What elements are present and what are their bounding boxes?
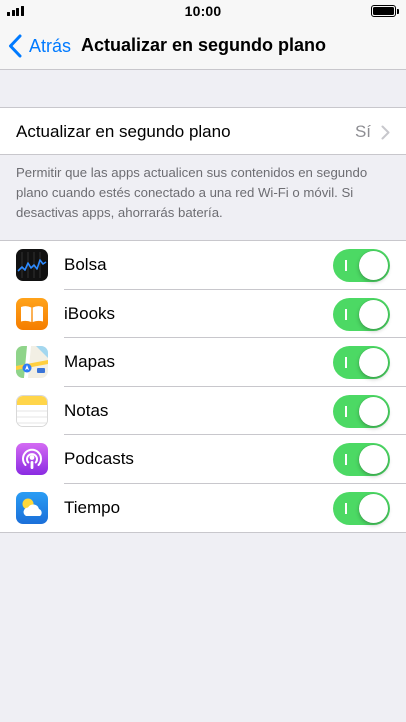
app-row-podcasts: Podcasts: [0, 435, 406, 484]
stocks-icon: [16, 249, 48, 281]
weather-icon: [16, 492, 48, 524]
apps-list: Bolsa iBooks Mapas Notas Podcasts Tiempo: [0, 240, 406, 533]
notes-icon: [16, 394, 48, 427]
app-name: iBooks: [64, 303, 116, 323]
toggle-podcasts[interactable]: [333, 443, 390, 477]
toggle-bolsa[interactable]: [333, 249, 390, 282]
page-title: Actualizar en segundo plano: [81, 35, 327, 55]
toggle-ibooks[interactable]: [333, 297, 390, 331]
chevron-right-icon: [381, 125, 390, 140]
status-time: 10:00: [184, 3, 222, 19]
back-button[interactable]: Atrás: [8, 33, 71, 59]
app-row-mapas: Mapas: [0, 338, 406, 387]
back-label: Atrás: [29, 35, 72, 56]
navigation-bar: Atrás Actualizar en segundo plano: [0, 22, 406, 70]
app-name: Mapas: [64, 352, 116, 372]
app-row-tiempo: Tiempo: [0, 484, 406, 533]
ibooks-icon: [16, 297, 48, 330]
toggle-tiempo[interactable]: [333, 492, 390, 525]
app-row-notas: Notas: [0, 387, 406, 436]
app-name: Tiempo: [64, 498, 121, 517]
chevron-left-icon: [9, 34, 22, 58]
app-row-ibooks: iBooks: [0, 290, 406, 339]
toggle-notas[interactable]: [333, 394, 390, 428]
app-name: Podcasts: [64, 449, 134, 469]
app-name: Bolsa: [64, 255, 107, 274]
podcasts-icon: [16, 443, 48, 476]
background-refresh-row[interactable]: Actualizar en segundo plano Sí: [0, 107, 406, 155]
status-bar: 10:00: [0, 0, 406, 22]
section-footer-note: Permitir que las apps actualicen sus con…: [16, 165, 368, 220]
background-refresh-label: Actualizar en segundo plano: [16, 122, 231, 141]
maps-icon: [16, 346, 48, 379]
app-name: Notas: [64, 400, 109, 420]
app-row-bolsa: Bolsa: [0, 241, 406, 290]
background-refresh-value: Sí: [354, 122, 371, 141]
battery-icon: [371, 5, 399, 17]
toggle-mapas[interactable]: [333, 346, 390, 380]
